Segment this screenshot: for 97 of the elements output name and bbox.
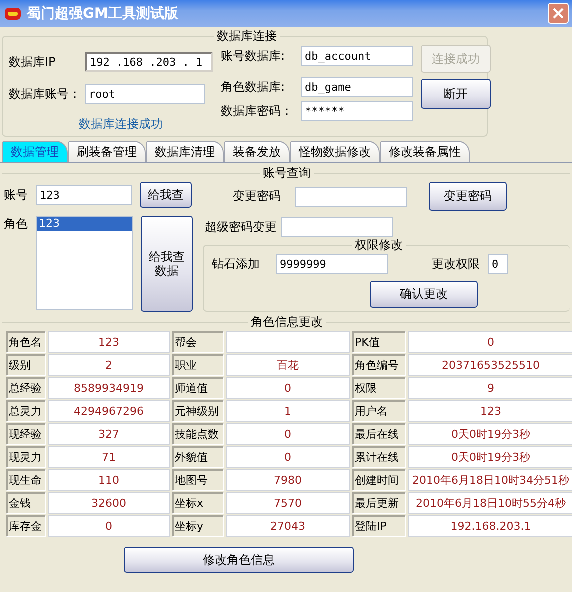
field-label: 账号 — [4, 186, 28, 204]
field-label: 登陆IP — [352, 515, 406, 537]
field-label: 总经验 — [6, 377, 46, 399]
field-label: 最后在线 — [352, 423, 406, 445]
tab[interactable]: 刷装备管理 — [68, 141, 146, 162]
field-label: 总灵力 — [6, 400, 46, 422]
tab[interactable]: 数据库清理 — [146, 141, 224, 162]
field-label: 现生命 — [6, 469, 46, 491]
field-label: 坐标y — [172, 515, 224, 537]
field-label: 角色数据库: — [221, 78, 286, 96]
value-cell: 32600 — [48, 492, 170, 514]
field-label: 更改权限 — [431, 256, 480, 272]
value-cell: 0天0时19分3秒 — [408, 446, 572, 468]
value-cell: 110 — [48, 469, 170, 491]
input-field[interactable] — [281, 217, 393, 237]
value-cell: 0 — [226, 377, 350, 399]
tab[interactable]: 数据管理 — [2, 141, 68, 162]
query-button[interactable]: 给我查 — [140, 182, 192, 208]
tab[interactable]: 装备发放 — [224, 141, 290, 162]
input-field[interactable]: 0 — [488, 254, 508, 274]
field-label: 累计在线 — [352, 446, 406, 468]
value-cell: 27043 — [226, 515, 350, 537]
value-cell: 2010年6月18日10时34分51秒 — [408, 469, 572, 491]
tab[interactable]: 怪物数据修改 — [290, 141, 380, 162]
field-label: 地图号 — [172, 469, 224, 491]
input-field[interactable]: 9999999 — [276, 254, 388, 274]
field-label: 角色 — [4, 216, 28, 233]
input-field[interactable]: db_account — [301, 46, 413, 66]
value-cell: 71 — [48, 446, 170, 468]
field-label: 库存金 — [6, 515, 46, 537]
value-cell: 0 — [226, 446, 350, 468]
field-label: 元神级别 — [172, 400, 224, 422]
field-label: 数据库账号： — [9, 86, 81, 102]
field-label: PK值 — [352, 331, 406, 353]
field-label: 帮会 — [172, 331, 224, 353]
value-cell: 7980 — [226, 469, 350, 491]
value-cell: 2010年6月18日10时55分4秒 — [408, 492, 572, 514]
field-label: 创建时间 — [352, 469, 406, 491]
field-label: 最后更新 — [352, 492, 406, 514]
value-cell: 4294967296 — [48, 400, 170, 422]
value-cell: 123 — [48, 331, 170, 353]
field-label: 现经验 — [6, 423, 46, 445]
close-button[interactable] — [548, 3, 569, 24]
confirm-button[interactable]: 确认更改 — [370, 281, 478, 308]
input-field[interactable] — [295, 186, 407, 206]
value-cell: 7570 — [226, 492, 350, 514]
field-label: 级别 — [6, 354, 46, 376]
disconnect-button[interactable]: 断开 — [421, 79, 491, 109]
value-cell: 123 — [408, 400, 572, 422]
value-cell: 0 — [48, 515, 170, 537]
value-cell: 0 — [226, 423, 350, 445]
change-password-button[interactable]: 变更密码 — [429, 182, 507, 211]
field-label: 外貌值 — [172, 446, 224, 468]
value-cell: 192.168.203.1 — [408, 515, 572, 537]
field-label: 用户名 — [352, 400, 406, 422]
value-cell: 2 — [48, 354, 170, 376]
value-cell: 0天0时19分3秒 — [408, 423, 572, 445]
field-label: 权限 — [352, 377, 406, 399]
field-label: 角色名 — [6, 331, 46, 353]
value-cell: 1 — [226, 400, 350, 422]
input-field[interactable]: root — [85, 84, 205, 104]
input-field[interactable]: ****** — [301, 101, 413, 121]
list-item[interactable]: 123 — [37, 217, 132, 231]
edit-role-button[interactable]: 修改角色信息 — [124, 547, 354, 573]
value-cell: 20371653525510 — [408, 354, 572, 376]
field-label: 职业 — [172, 354, 224, 376]
field-label: 技能点数 — [172, 423, 224, 445]
value-cell: 9 — [408, 377, 572, 399]
role-list[interactable]: 123 — [36, 216, 133, 310]
field-label: 金钱 — [6, 492, 46, 514]
value-cell: 327 — [48, 423, 170, 445]
group-title: 数据库连接 — [216, 28, 278, 45]
field-label: 坐标x — [172, 492, 224, 514]
group-title: 角色信息更改 — [250, 314, 324, 331]
field-label: 现灵力 — [6, 446, 46, 468]
field-label: 数据库密码： — [221, 102, 294, 120]
group-title: 权限修改 — [354, 237, 404, 254]
field-label: 钻石添加 — [212, 256, 261, 272]
field-label: 超级密码变更 — [205, 218, 278, 236]
app-icon — [4, 6, 22, 22]
value-cell: 百花 — [226, 354, 350, 376]
value-cell: 0 — [408, 331, 572, 353]
query-data-button[interactable]: 给我查数据 — [141, 216, 193, 312]
group-title: 账号查询 — [262, 165, 312, 182]
input-field[interactable]: 123 — [36, 185, 132, 205]
field-label: 师道值 — [172, 377, 224, 399]
close-icon — [552, 7, 565, 20]
tab[interactable]: 修改装备属性 — [380, 141, 470, 162]
input-field[interactable]: db_game — [301, 77, 413, 97]
value-cell: 8589934919 — [48, 377, 170, 399]
ip-field[interactable]: 192 .168 .203 . 1 — [85, 52, 213, 72]
field-label: 角色编号 — [352, 354, 406, 376]
window-title: 蜀门超强GM工具测试版 — [27, 4, 180, 22]
status-text: 数据库连接成功 — [78, 116, 164, 133]
field-label: 数据库IP — [9, 54, 57, 70]
field-label: 账号数据库: — [221, 48, 286, 64]
field-label: 变更密码 — [232, 188, 282, 205]
